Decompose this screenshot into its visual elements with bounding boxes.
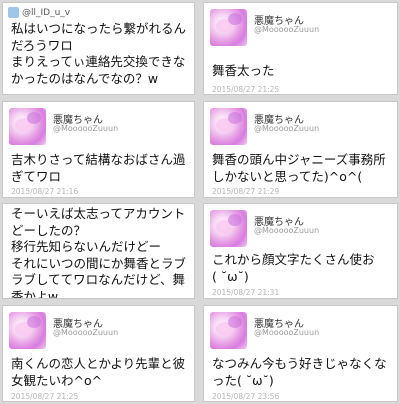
tweet-card[interactable]: 悪魔ちゃん @MoooooZuuun 舞香の頭ん中ジャニーズ事務所 しかないと思…: [203, 101, 398, 198]
tweet-timestamp: 2015/08/27 21:25: [212, 85, 280, 94]
tweet-card[interactable]: 悪魔ちゃん @MoooooZuuun 吉木りさって結構なおばさん過 ぎてワロ 2…: [2, 101, 195, 198]
handle-text: @ll_ID_u_v: [22, 7, 71, 18]
avatar: [9, 312, 46, 349]
avatar: [210, 108, 247, 145]
avatar: [210, 312, 247, 349]
tweet-handle: @MoooooZuuun: [53, 124, 119, 133]
tweet-card[interactable]: 悪魔ちゃん @MoooooZuuun これから顔文字たくさん使お ( ˘ω˘) …: [203, 203, 398, 299]
tweet-card[interactable]: 悪魔ちゃん @MoooooZuuun 舞香太った 2015/08/27 21:2…: [203, 2, 398, 95]
tweet-handle: @MoooooZuuun: [254, 124, 320, 133]
tweet-handle: @MoooooZuuun: [254, 328, 320, 337]
tweet-text: そーいえば太志ってアカウント どーしたの？ 移行先知らないんだけどー それにいつ…: [11, 206, 187, 299]
tweet-text: 舞香太った: [212, 63, 275, 78]
tweet-text: 吉木りさって結構なおばさん過 ぎてワロ: [11, 152, 186, 184]
avatar: [210, 9, 247, 46]
tweet-text: 南くんの恋人とかより先輩と彼 女観たいわ^o^: [11, 356, 186, 388]
tweet-card[interactable]: 悪魔ちゃん @MoooooZuuun 南くんの恋人とかより先輩と彼 女観たいわ^…: [2, 305, 195, 402]
tweet-text: 舞香の頭ん中ジャニーズ事務所 しかないと思ってた)^o^(: [212, 152, 386, 184]
tweet-text: なつみん今もう好きじゃなくな った( ˘ω˘): [212, 356, 387, 388]
tweet-card[interactable]: 悪魔ちゃん @MoooooZuuun なつみん今もう好きじゃなくな った( ˘ω…: [203, 305, 398, 402]
tweet-timestamp: 2015/08/27 23:56: [212, 392, 280, 401]
tweet-text: これから顔文字たくさん使お ( ˘ω˘): [212, 252, 375, 284]
avatar: [210, 210, 247, 247]
tweet-timestamp: 2015/08/27 21:29: [212, 187, 280, 196]
tweet-handle: @MoooooZuuun: [254, 25, 320, 34]
tweet-timestamp: 2015/08/27 21:16: [11, 187, 79, 196]
tweet-text: 私はいつになったら繋がれるん だろうワロ まりえってぃ連絡先交換できな かったの…: [11, 21, 187, 86]
tweet-card[interactable]: @ll_ID_u_v 私はいつになったら繋がれるん だろうワロ まりえってぃ連絡…: [2, 2, 195, 95]
tweet-handle: @MoooooZuuun: [254, 226, 320, 235]
tweet-handle: @ll_ID_u_v: [8, 7, 70, 18]
avatar: [9, 108, 46, 145]
tweet-card[interactable]: そーいえば太志ってアカウント どーしたの？ 移行先知らないんだけどー それにいつ…: [2, 203, 195, 299]
avatar: [8, 7, 19, 18]
tweet-handle: @MoooooZuuun: [53, 328, 119, 337]
tweet-timestamp: 2015/08/27 21:31: [212, 288, 280, 297]
tweet-timestamp: 2015/08/27 21:25: [11, 392, 79, 401]
